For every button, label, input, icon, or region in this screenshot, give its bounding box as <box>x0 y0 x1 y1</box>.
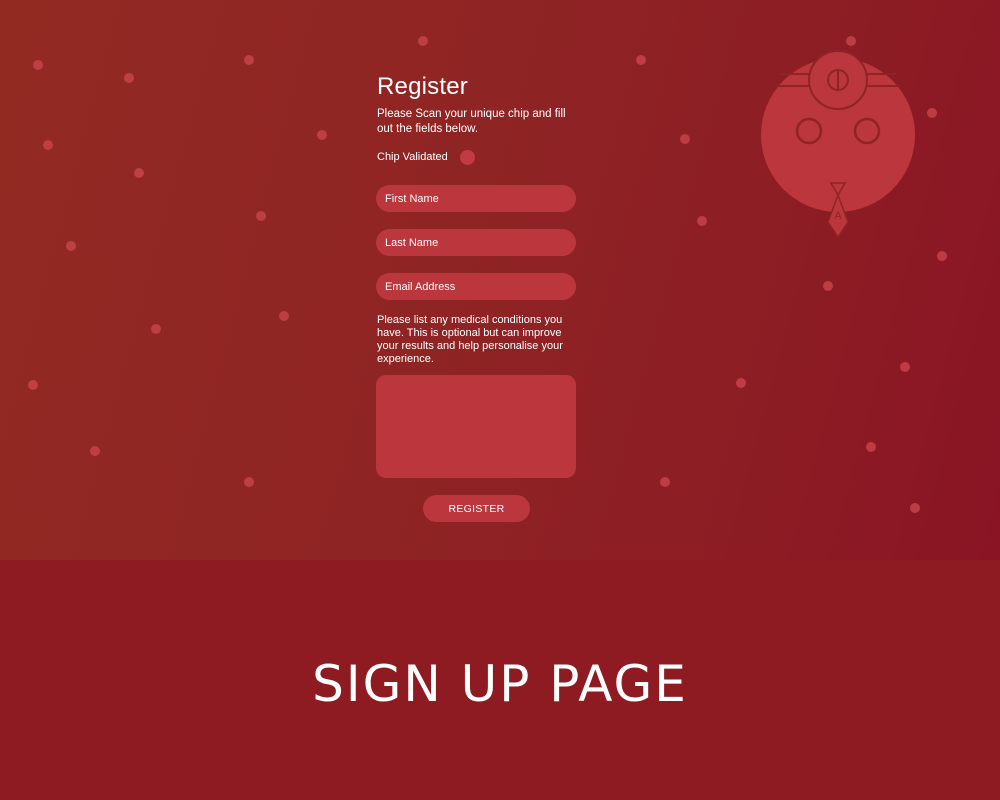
decorative-dot <box>866 442 876 452</box>
decorative-dot <box>151 324 161 334</box>
page-caption: SIGN UP PAGE <box>312 655 688 713</box>
last-name-input[interactable] <box>376 229 576 256</box>
email-input[interactable] <box>376 273 576 300</box>
mascot-letter: A <box>834 210 842 222</box>
decorative-dot <box>66 241 76 251</box>
medical-conditions-textarea[interactable] <box>376 375 576 478</box>
register-button[interactable]: REGISTER <box>423 495 530 522</box>
decorative-dot <box>823 281 833 291</box>
decorative-dot <box>28 380 38 390</box>
chip-status-label: Chip Validated <box>377 151 448 163</box>
decorative-dot <box>680 134 690 144</box>
medical-conditions-note: Please list any medical conditions you h… <box>377 314 563 365</box>
first-name-input[interactable] <box>376 185 576 212</box>
form-subtitle: Please Scan your unique chip and fill ou… <box>377 108 566 135</box>
decorative-dot <box>697 216 707 226</box>
hero-panel: A Register Please Scan your unique chip … <box>0 0 1000 560</box>
decorative-dot <box>927 108 937 118</box>
decorative-dot <box>660 477 670 487</box>
decorative-dot <box>124 73 134 83</box>
decorative-dot <box>910 503 920 513</box>
decorative-dot <box>317 130 327 140</box>
chip-status-row: Chip Validated <box>376 149 578 165</box>
robot-mascot-icon: A <box>761 50 915 239</box>
decorative-dot <box>418 36 428 46</box>
decorative-dot <box>736 378 746 388</box>
chip-status-indicator <box>459 149 475 165</box>
decorative-dot <box>279 311 289 321</box>
decorative-dot <box>33 60 43 70</box>
register-form: Register Please Scan your unique chip an… <box>376 72 578 478</box>
decorative-dot <box>43 140 53 150</box>
decorative-dot <box>90 446 100 456</box>
decorative-dot <box>244 55 254 65</box>
decorative-dot <box>636 55 646 65</box>
decorative-dot <box>937 251 947 261</box>
decorative-dot <box>900 362 910 372</box>
decorative-dot <box>244 477 254 487</box>
decorative-dot <box>134 168 144 178</box>
decorative-dot <box>256 211 266 221</box>
form-title: Register <box>377 73 468 100</box>
